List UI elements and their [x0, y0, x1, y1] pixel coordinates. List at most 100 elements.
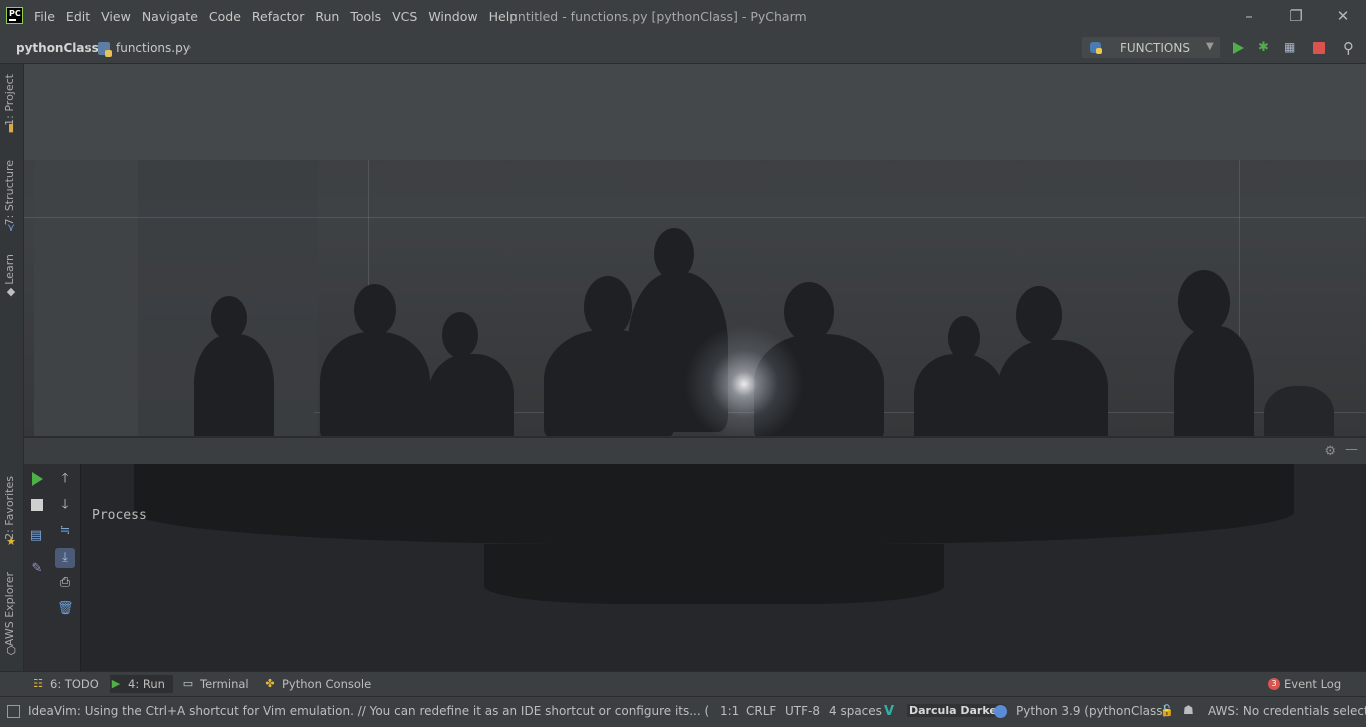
aws-cube-icon: ⬡ — [6, 644, 16, 657]
editor-area[interactable] — [24, 64, 1366, 436]
debug-button[interactable]: ✱ — [1258, 40, 1274, 55]
python-file-icon — [98, 42, 112, 57]
run-with-coverage-button[interactable]: ▦ — [1284, 40, 1300, 55]
silhouette-body — [914, 354, 1004, 436]
run-configuration-label: FUNCTIONS — [1120, 41, 1190, 55]
menu-bar: File Edit View Navigate Code Refactor Ru… — [34, 9, 528, 24]
play-icon: ▶ — [111, 677, 121, 690]
menu-refactor[interactable]: Refactor — [252, 9, 304, 24]
restore-layout-icon[interactable]: ▤ — [28, 528, 44, 544]
python-interpreter-icon — [994, 705, 1007, 718]
silhouette-chair — [1264, 386, 1334, 436]
tab-python-console[interactable]: ✤ Python Console — [264, 675, 371, 693]
silhouette-head — [1178, 270, 1230, 334]
trash-icon[interactable]: 🗑 — [57, 601, 74, 617]
tool-tab-project[interactable]: 1: Project — [3, 74, 16, 126]
learn-icon: ◆ — [6, 285, 16, 298]
python-icon: ✤ — [265, 677, 275, 690]
menu-edit[interactable]: Edit — [66, 9, 90, 24]
menu-code[interactable]: Code — [209, 9, 241, 24]
pin-tab-icon[interactable]: ✎ — [29, 561, 45, 577]
minimize-button[interactable]: – — [1234, 6, 1264, 26]
breadcrumb-separator: › — [187, 40, 192, 54]
menu-tools[interactable]: Tools — [350, 9, 381, 24]
tab-event-log-label: Event Log — [1284, 677, 1342, 691]
run-tool-window: 🡑 🡓 ≒ ▤ ⤓ ✎ ⎙ 🗑 Process — [24, 464, 1366, 671]
line-separator[interactable]: CRLF — [746, 704, 776, 718]
lock-icon[interactable]: 🔓 — [1160, 704, 1174, 717]
tab-terminal[interactable]: ▭ Terminal — [182, 675, 249, 693]
tab-python-console-label: Python Console — [282, 677, 372, 691]
breadcrumb-file[interactable]: functions.py — [116, 41, 190, 55]
tab-todo-label: 6: TODO — [50, 677, 99, 691]
silhouette-body — [1174, 326, 1254, 436]
menu-window[interactable]: Window — [428, 9, 477, 24]
menu-vcs[interactable]: VCS — [392, 9, 417, 24]
scroll-to-end-icon[interactable]: ⤓ — [55, 548, 75, 568]
tool-tab-structure[interactable]: 7: Structure — [3, 160, 16, 225]
window-title: untitled - functions.py [pythonClass] - … — [510, 9, 807, 24]
rerun-button[interactable] — [29, 471, 45, 487]
silhouette-head — [1016, 286, 1062, 344]
silhouette-table — [134, 464, 1294, 544]
tool-tab-favorites[interactable]: 2: Favorites — [3, 476, 16, 540]
tab-todo[interactable]: ☷ 6: TODO — [32, 675, 99, 693]
logo-text: PC — [9, 9, 21, 18]
close-window-button[interactable]: ✕ — [1328, 6, 1358, 26]
editor-gutter — [34, 160, 138, 436]
run-console-output[interactable]: Process — [92, 508, 147, 523]
inspector-icon[interactable]: ☗ — [1183, 703, 1194, 717]
file-encoding[interactable]: UTF-8 — [785, 704, 820, 718]
divider — [24, 217, 1366, 218]
breadcrumb-separator: › — [86, 40, 91, 54]
python-interpreter[interactable]: Python 3.9 (pythonClass) — [1016, 704, 1167, 718]
stop-button[interactable] — [1313, 42, 1325, 54]
caret-position[interactable]: 1:1 — [720, 704, 739, 718]
minimize-panel-icon[interactable]: — — [1345, 442, 1358, 457]
navigation-bar: pythonClass › functions.py › FUNCTIONS ▼… — [0, 33, 1366, 64]
chevron-down-icon: ▼ — [1206, 41, 1214, 52]
silhouette-body — [998, 340, 1108, 436]
indent-settings[interactable]: 4 spaces — [829, 704, 882, 718]
run-button[interactable] — [1233, 42, 1244, 54]
tab-run-label: 4: Run — [128, 677, 165, 691]
menu-run[interactable]: Run — [315, 9, 339, 24]
python-icon — [1090, 42, 1102, 54]
gear-icon[interactable]: ⚙ — [1324, 444, 1336, 459]
toggle-tool-windows-icon[interactable] — [7, 705, 20, 718]
tab-terminal-label: Terminal — [200, 677, 249, 691]
run-toolbar: 🡑 🡓 ≒ ▤ ⤓ ✎ ⎙ 🗑 — [24, 464, 81, 671]
notification-count-badge: 3 — [1268, 678, 1280, 690]
print-icon[interactable]: ⎙ — [57, 575, 73, 591]
tab-run[interactable]: ▶ 4: Run — [110, 675, 173, 693]
silhouette-body — [428, 354, 514, 436]
run-configuration-selector[interactable]: FUNCTIONS ▼ — [1082, 37, 1220, 58]
status-bar: IdeaVim: Using the Ctrl+A shortcut for V… — [0, 696, 1366, 727]
editor-top-band — [24, 64, 1366, 160]
title-bar: PC File Edit View Navigate Code Refactor… — [0, 0, 1366, 33]
silhouette-head — [584, 276, 632, 338]
arrow-up-icon[interactable]: 🡑 — [57, 471, 73, 487]
restore-button[interactable]: ❐ — [1281, 6, 1311, 26]
tool-window-bar: ☷ 6: TODO ▶ 4: Run ▭ Terminal ✤ Python C… — [0, 671, 1366, 696]
search-everywhere-button[interactable]: ⚲ — [1343, 39, 1361, 57]
aws-connection[interactable]: AWS: No credentials selected — [1208, 704, 1366, 718]
tool-tab-aws-explorer[interactable]: AWS Explorer — [3, 572, 16, 646]
menu-navigate[interactable]: Navigate — [142, 9, 198, 24]
light-flare — [684, 324, 804, 436]
soft-wrap-icon[interactable]: ≒ — [57, 523, 73, 539]
pycharm-logo-icon: PC — [6, 7, 23, 24]
run-panel-header: ⚙ — — [24, 437, 1366, 465]
stop-process-button[interactable] — [29, 497, 45, 513]
silhouette-body — [320, 332, 430, 436]
tab-event-log[interactable]: 3 Event Log — [1268, 675, 1341, 693]
menu-view[interactable]: View — [101, 9, 131, 24]
status-message[interactable]: IdeaVim: Using the Ctrl+A shortcut for V… — [28, 704, 710, 718]
theme-name[interactable]: Darcula Darker — [907, 704, 1005, 717]
left-tool-stripe: ▮ 1: Project ⋎ 7: Structure ◆ Learn ★ 2:… — [0, 64, 24, 672]
terminal-icon: ▭ — [182, 677, 194, 690]
arrow-down-icon[interactable]: 🡓 — [57, 497, 73, 513]
todo-icon: ☷ — [33, 677, 43, 690]
menu-file[interactable]: File — [34, 9, 55, 24]
tool-tab-learn[interactable]: Learn — [3, 254, 16, 285]
